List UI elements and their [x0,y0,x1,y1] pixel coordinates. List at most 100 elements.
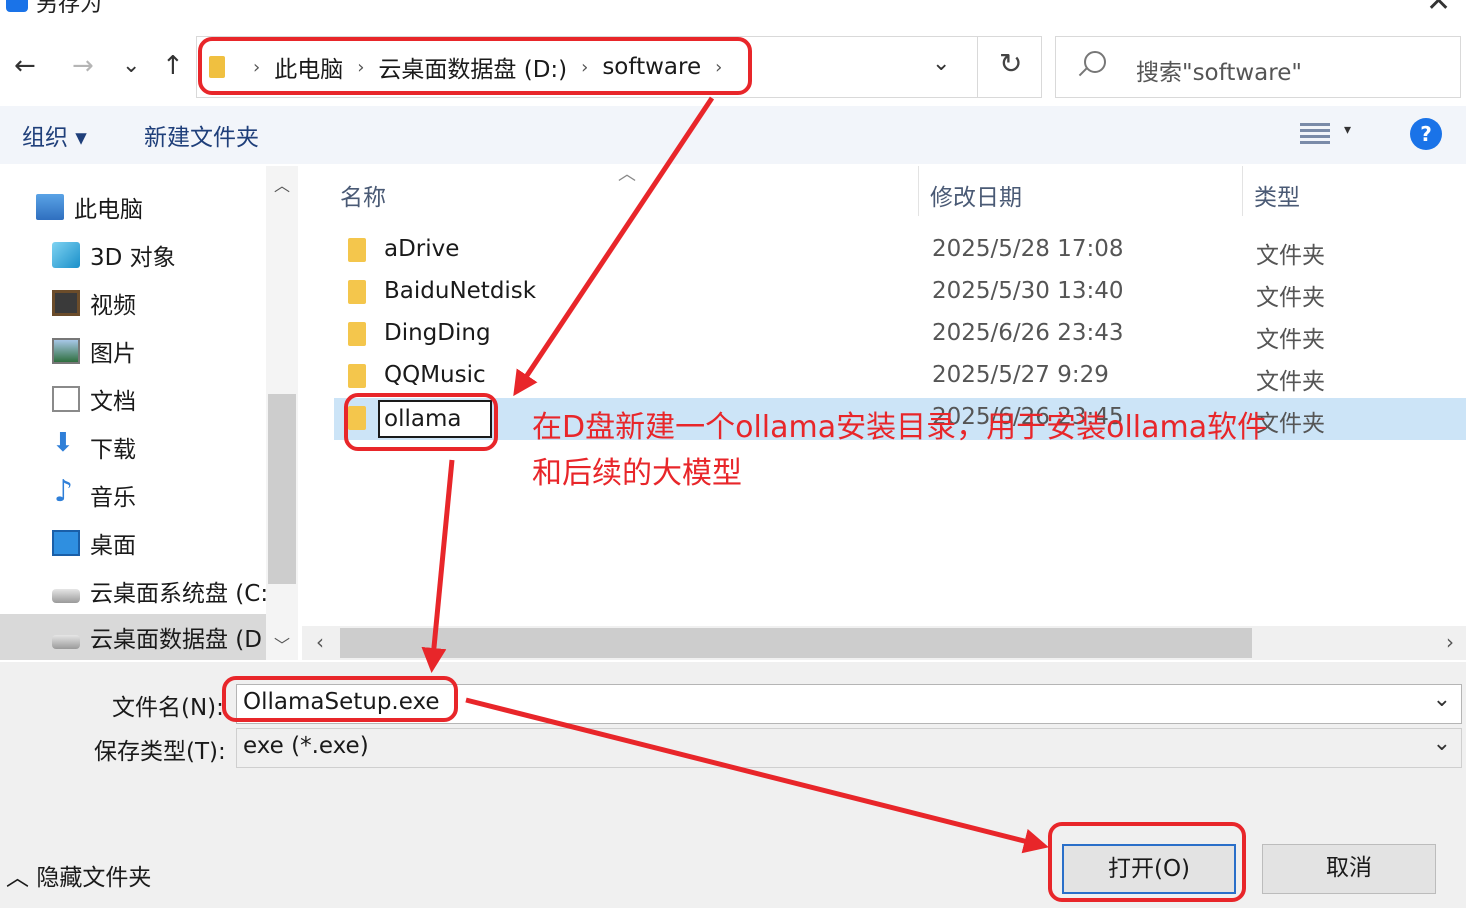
file-modified: 2025/5/30 13:40 [932,278,1124,304]
open-button[interactable]: 打开(O) [1062,844,1236,894]
picture-icon [52,338,80,364]
file-row-dingding[interactable]: DingDing 2025/6/26 23:43 文件夹 [334,314,1466,356]
scroll-down-chevron-icon[interactable]: ﹀ [274,632,290,656]
file-row-qqmusic[interactable]: QQMusic 2025/5/27 9:29 文件夹 [334,356,1466,398]
video-icon [52,290,80,316]
filetype-label: 保存类型(T): [94,739,226,765]
sidebar-item-videos[interactable]: 视频 [0,280,266,326]
close-icon[interactable]: ✕ [1426,0,1451,19]
save-options-panel: 文件名(N): OllamaSetup.exe ⌄ 保存类型(T): exe (… [0,662,1466,908]
file-modified: 2025/5/27 9:29 [932,362,1109,388]
scroll-up-chevron-icon[interactable]: ︿ [274,172,290,196]
sidebar-item-documents[interactable]: 文档 [0,376,266,422]
document-icon [52,386,80,412]
scrollbar-thumb[interactable] [268,394,296,584]
filename-label: 文件名(N): [112,695,224,721]
download-icon [52,428,80,460]
up-arrow-icon[interactable]: ↑ [162,48,184,84]
annotation-line: 在D盘新建一个ollama安装目录，用于安装ollama软件 [532,410,1268,445]
search-box[interactable]: 搜索"software" [1055,36,1461,98]
file-row-baidunetdisk[interactable]: BaiduNetdisk 2025/5/30 13:40 文件夹 [334,272,1466,314]
sidebar-item-music[interactable]: 音乐 [0,472,266,518]
view-options-icon[interactable] [1300,120,1330,146]
sidebar-item-pictures[interactable]: 图片 [0,328,266,374]
back-arrow-icon[interactable]: ← [14,48,36,84]
window-title: 另存为 [36,0,103,17]
column-header-modified[interactable]: 修改日期 [930,166,1022,218]
annotation-text: 在D盘新建一个ollama安装目录，用于安装ollama软件 和后续的大模型 [532,405,1312,497]
pc-icon [36,194,64,220]
address-bar[interactable]: › 此电脑 › 云桌面数据盘 (D:) › software › ⌄ ↻ [196,36,1042,98]
file-row-adrive[interactable]: aDrive 2025/5/28 17:08 文件夹 [334,230,1466,272]
sidebar-item-c-drive[interactable]: 云桌面系统盘 (C: [0,568,266,614]
breadcrumb-software[interactable]: software [602,54,701,80]
breadcrumb-separator-icon[interactable]: › [357,57,364,78]
scroll-left-chevron-icon[interactable]: ‹ [316,630,324,654]
folder-icon [348,280,366,304]
breadcrumb-separator-icon[interactable]: › [715,57,722,78]
sidebar-item-this-pc[interactable]: 此电脑 [0,184,266,230]
sidebar-scrollbar[interactable]: ︿ ﹀ [266,166,298,660]
rename-input[interactable]: ollama [378,400,492,438]
sidebar-item-d-drive[interactable]: 云桌面数据盘 (D [0,614,266,660]
forward-arrow-icon[interactable]: → [72,48,94,84]
breadcrumb-separator-icon[interactable]: › [253,57,260,78]
folder-icon [348,322,366,346]
scroll-right-chevron-icon[interactable]: › [1446,630,1454,654]
breadcrumb-d-drive[interactable]: 云桌面数据盘 (D:) [378,50,567,84]
sidebar-item-label: 音乐 [90,485,136,511]
file-name: DingDing [384,320,491,346]
folder-icon [348,238,366,262]
refresh-icon[interactable]: ↻ [999,47,1022,80]
help-icon[interactable]: ? [1410,118,1442,150]
sidebar-item-label: 此电脑 [74,197,143,223]
chevron-down-icon[interactable]: ⌄ [1433,731,1451,756]
chevron-down-icon[interactable]: ⌄ [1433,687,1451,712]
folder-icon [348,406,366,430]
column-header-type[interactable]: 类型 [1254,166,1300,218]
new-folder-button[interactable]: 新建文件夹 [144,118,259,152]
scrollbar-thumb[interactable] [340,628,1252,658]
sidebar-item-desktop[interactable]: 桌面 [0,520,266,566]
search-icon [1084,51,1106,73]
address-divider [977,37,978,97]
sidebar-item-label: 3D 对象 [90,245,176,271]
address-dropdown-chevron-icon[interactable]: ⌄ [932,51,950,76]
file-name: aDrive [384,236,460,262]
sidebar-item-label: 下载 [90,437,136,463]
filetype-select[interactable]: exe (*.exe) ⌄ [236,728,1462,768]
view-dropdown-chevron-icon[interactable]: ▾ [1344,122,1351,138]
sidebar-item-label: 文档 [90,389,136,415]
filename-field[interactable]: OllamaSetup.exe ⌄ [236,684,1462,724]
horizontal-scrollbar[interactable]: ‹ › [302,626,1466,660]
search-input[interactable]: 搜索"software" [1136,53,1302,87]
sidebar-item-label: 云桌面数据盘 (D [90,627,262,653]
cancel-button[interactable]: 取消 [1262,844,1436,894]
organize-button[interactable]: 组织 ▾ [22,118,87,152]
sidebar-item-label: 云桌面系统盘 (C: [90,581,266,607]
desktop-icon [52,530,80,556]
sidebar-item-downloads[interactable]: 下载 [0,424,266,470]
folder-icon [348,364,366,388]
file-modified: 2025/5/28 17:08 [932,236,1124,262]
breadcrumb-this-pc[interactable]: 此电脑 [274,50,343,84]
column-divider[interactable] [1242,166,1243,216]
navigation-pane: 此电脑 3D 对象 视频 图片 文档 下载 音乐 桌面 云桌面系统盘 (C: 云… [0,166,298,660]
hide-folders-toggle[interactable]: ︿ 隐藏文件夹 [6,858,151,892]
file-name: QQMusic [384,362,486,388]
3d-objects-icon [52,242,80,268]
command-toolbar: 组织 ▾ 新建文件夹 ▾ ? [0,106,1466,164]
file-type: 文件夹 [1256,285,1325,311]
column-header-name[interactable]: 名称 [340,166,386,218]
hide-folders-label: 隐藏文件夹 [36,865,152,891]
title-bar: 另存为 ✕ [0,0,1466,20]
sidebar-item-label: 视频 [90,293,136,319]
breadcrumb-separator-icon[interactable]: › [581,57,588,78]
recent-locations-chevron-icon[interactable]: ⌄ [122,48,140,84]
file-name: BaiduNetdisk [384,278,537,304]
file-modified: 2025/6/26 23:43 [932,320,1124,346]
column-divider[interactable] [918,166,919,216]
sidebar-item-3d-objects[interactable]: 3D 对象 [0,232,266,278]
file-type: 文件夹 [1256,369,1325,395]
folder-icon [209,56,225,78]
